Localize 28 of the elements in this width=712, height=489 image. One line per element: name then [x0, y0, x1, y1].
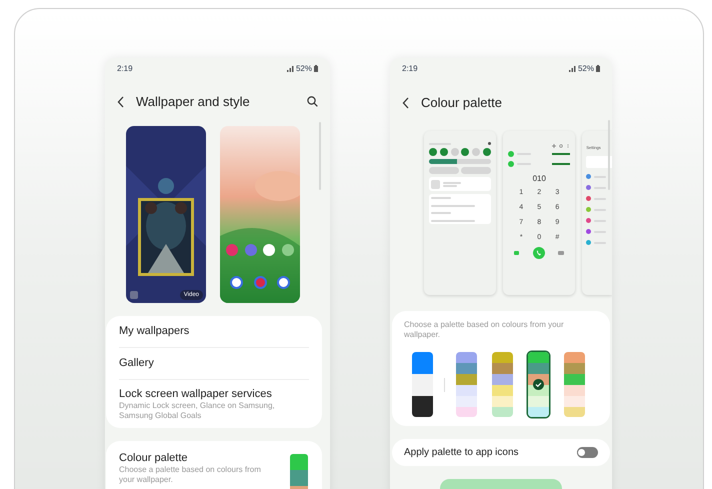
video-call-icon [514, 251, 520, 256]
phone-icon [532, 247, 545, 260]
search-icon[interactable] [307, 96, 318, 108]
search-bar [586, 156, 612, 168]
colour-palette-item[interactable]: Colour palette Choose a palette based on colours from your wallpaper. [106, 440, 322, 489]
battery-icon [314, 65, 318, 72]
status-time: 2:19 [117, 62, 133, 74]
signal-icon [568, 66, 576, 72]
palette-option[interactable] [412, 352, 433, 418]
toggle-label: Apply palette to app icons [404, 446, 519, 460]
back-icon[interactable] [117, 96, 125, 108]
backspace-icon [558, 251, 564, 256]
battery-percent: 52% [578, 62, 594, 74]
signal-icon [286, 66, 294, 72]
back-icon[interactable] [402, 96, 410, 109]
battery-icon [596, 65, 600, 72]
menu-item[interactable]: Lock screen wallpaper services Dynamic Lock screen, Glance on Samsung, Samsung Global Goals [119, 380, 309, 428]
status-time: 2:19 [402, 62, 418, 74]
menu-item[interactable]: Gallery [119, 348, 309, 380]
check-icon [533, 379, 544, 390]
menu-item[interactable]: My wallpapers [119, 316, 309, 348]
page-title: Colour palette [421, 94, 502, 112]
toggle-switch[interactable] [577, 446, 598, 458]
dialed-number: 010 [532, 174, 547, 184]
palette-description: Choose a palette based on colours from your wallpaper. [404, 320, 565, 340]
palette-option[interactable] [528, 352, 549, 418]
battery-percent: 52% [296, 62, 312, 74]
page-title: Wallpaper and style [136, 93, 250, 111]
